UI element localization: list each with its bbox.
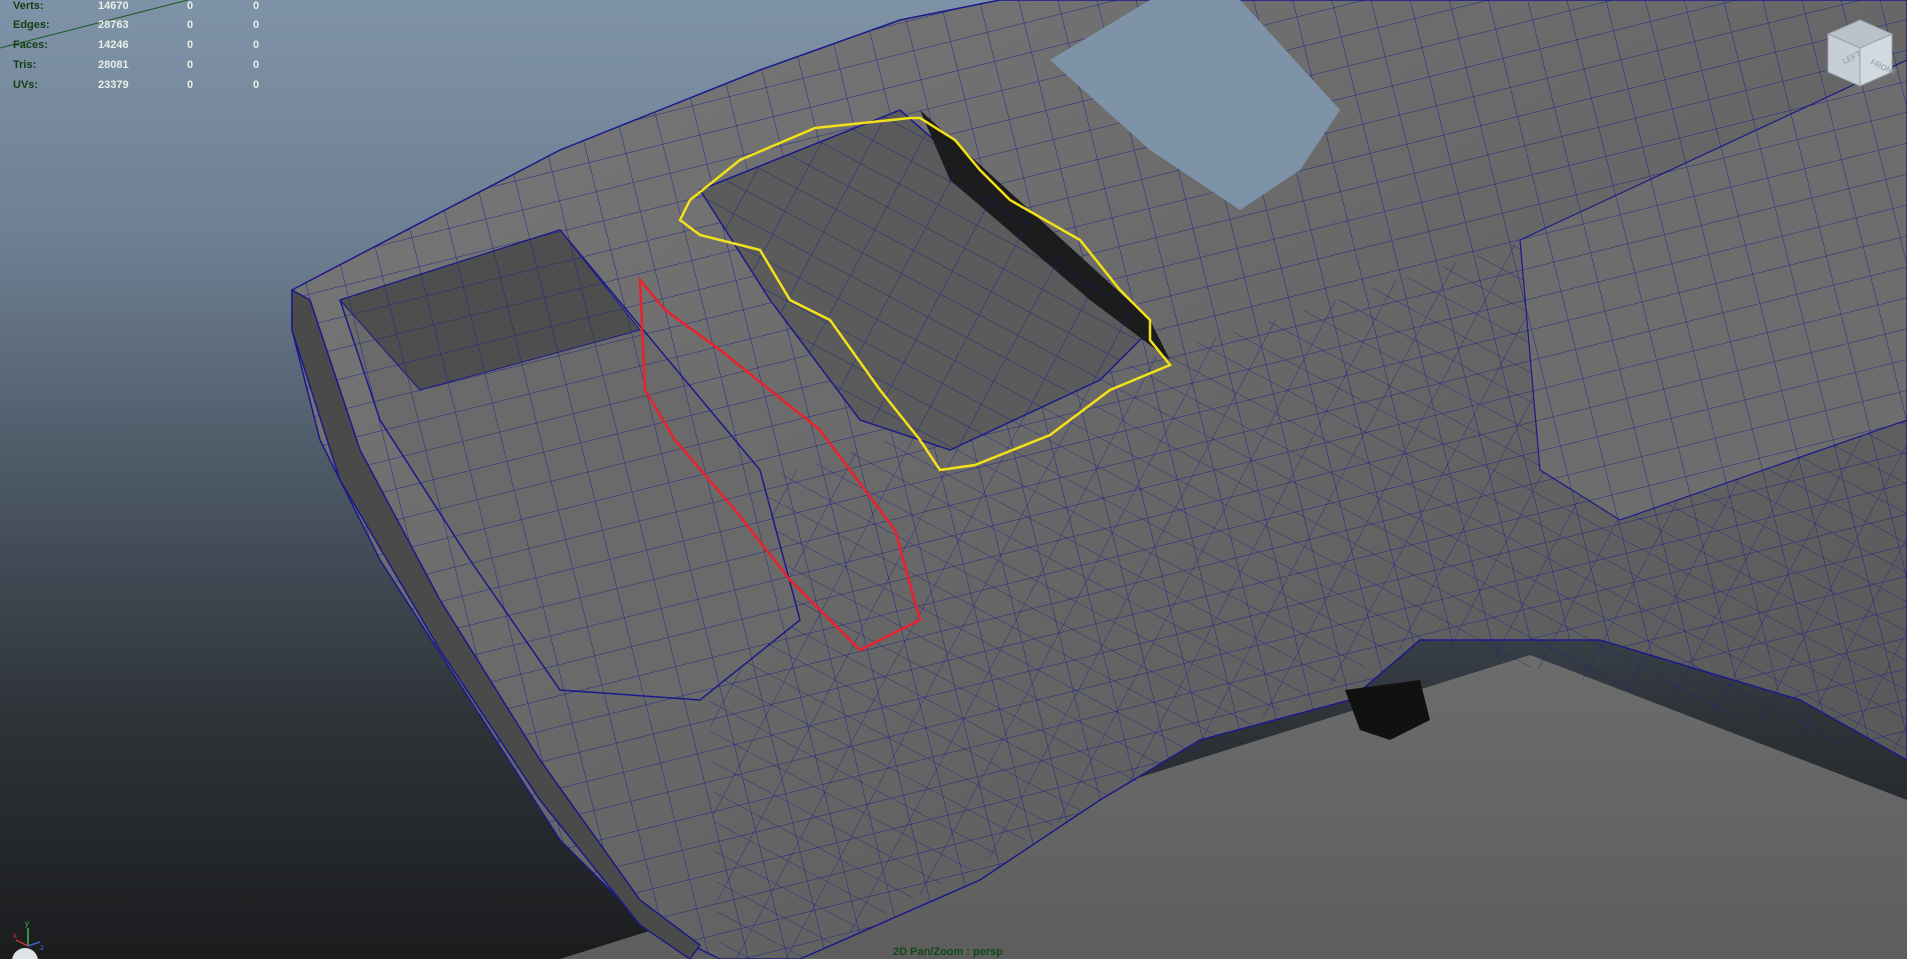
camera-label: 2D Pan/Zoom : persp xyxy=(893,946,1004,958)
axis-z-label: z xyxy=(40,943,44,952)
axis-y-label: y xyxy=(25,919,29,928)
hud-value: 14670 xyxy=(98,0,129,12)
hud-value: 0 xyxy=(187,0,194,12)
hud-label: Tris: xyxy=(13,59,37,71)
hud-value: 0 xyxy=(253,0,260,12)
hud-value: 14246 xyxy=(98,39,129,51)
hud-value: 28763 xyxy=(98,19,129,31)
poly-count-hud: Verts: 14670 0 0 Edges: 28763 0 0 Faces:… xyxy=(0,0,270,96)
car-body-mesh xyxy=(291,0,1907,959)
hud-label: Faces: xyxy=(13,39,48,51)
hud-value: 28081 xyxy=(98,59,129,71)
axis-x-label: x xyxy=(13,931,17,940)
hud-value: 0 xyxy=(187,39,194,51)
hud-value: 0 xyxy=(187,79,194,91)
hud-row-verts: Verts: 14670 0 0 xyxy=(0,0,270,18)
hud-row-uvs: UVs: 23379 0 0 xyxy=(0,79,270,97)
hud-value: 23379 xyxy=(98,79,129,91)
hud-value: 0 xyxy=(187,59,194,71)
view-cube-icon[interactable]: LEFT FRONT xyxy=(1820,14,1900,94)
hud-value: 0 xyxy=(253,59,260,71)
hud-value: 0 xyxy=(253,19,260,31)
hud-row-faces: Faces: 14246 0 0 xyxy=(0,39,270,57)
hud-value: 0 xyxy=(187,19,194,31)
hud-value: 0 xyxy=(253,39,260,51)
hud-row-edges: Edges: 28763 0 0 xyxy=(0,19,270,37)
hud-value: 0 xyxy=(253,79,260,91)
hud-label: Edges: xyxy=(13,19,50,31)
3d-viewport[interactable]: Verts: 14670 0 0 Edges: 28763 0 0 Faces:… xyxy=(0,0,1907,959)
hud-row-tris: Tris: 28081 0 0 xyxy=(0,59,270,77)
hud-label: UVs: xyxy=(13,79,39,91)
hud-label: Verts: xyxy=(13,0,44,12)
